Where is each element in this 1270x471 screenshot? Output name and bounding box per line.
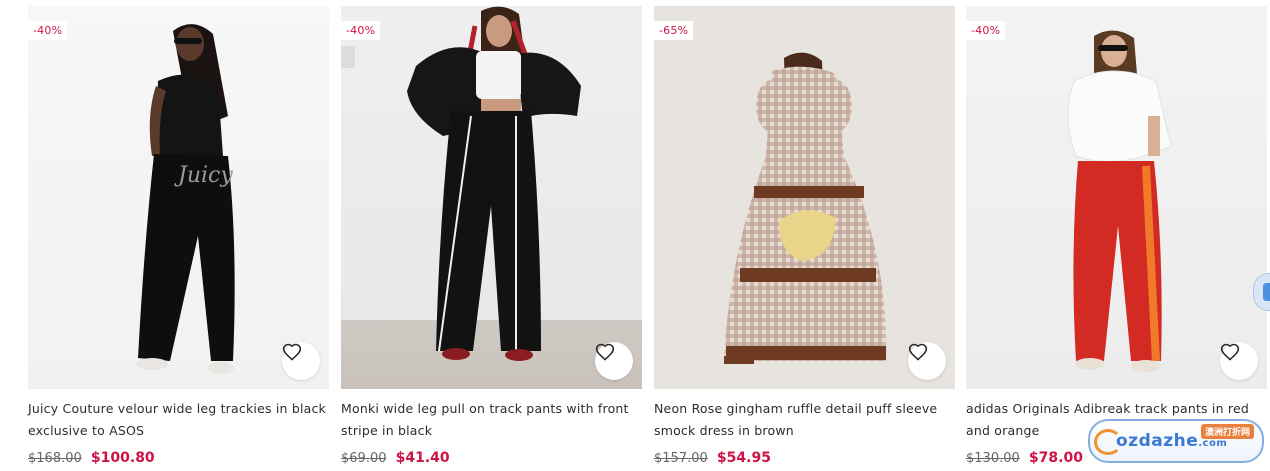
price-row: $168.00 $100.80 xyxy=(28,450,155,466)
product-image[interactable]: -40% xyxy=(341,6,642,389)
heart-icon xyxy=(595,343,615,361)
product-image[interactable]: Juicy -40% xyxy=(28,6,329,389)
heart-icon xyxy=(908,343,928,361)
price-row: $157.00 $54.95 xyxy=(654,450,771,466)
save-favorite-button[interactable] xyxy=(1220,342,1258,380)
original-price: $168.00 xyxy=(28,451,82,466)
product-title[interactable]: Juicy Couture velour wide leg trackies i… xyxy=(28,398,329,442)
original-price: $157.00 xyxy=(654,451,708,466)
site-watermark-logo: ozdazhe.com 澳洲打折网 xyxy=(1088,419,1264,463)
product-card[interactable]: -40% adidas Originals Adibreak track pan… xyxy=(966,6,1267,471)
sale-price: $41.40 xyxy=(395,450,450,466)
logo-ring-icon xyxy=(1094,429,1122,455)
watermark-subtitle: 澳洲打折网 xyxy=(1200,424,1254,439)
product-title[interactable]: Monki wide leg pull on track pants with … xyxy=(341,398,642,442)
heart-icon xyxy=(282,343,302,361)
discount-badge: -40% xyxy=(341,21,381,40)
product-image[interactable]: -65% xyxy=(654,6,955,389)
original-price: $69.00 xyxy=(341,451,387,466)
sale-price: $78.00 xyxy=(1028,450,1083,466)
discount-badge: -40% xyxy=(28,21,68,40)
discount-badge: -40% xyxy=(966,21,1006,40)
save-favorite-button[interactable] xyxy=(282,342,320,380)
price-row: $130.00 $78.00 xyxy=(966,450,1083,466)
product-card[interactable]: -40% Monki wide leg pull on track pants … xyxy=(341,6,642,471)
save-favorite-button[interactable] xyxy=(595,342,633,380)
original-price: $130.00 xyxy=(966,451,1020,466)
product-grid: Juicy -40% Juicy Couture velour wide leg… xyxy=(28,6,1267,471)
product-title[interactable]: Neon Rose gingham ruffle detail puff sle… xyxy=(654,398,955,442)
product-card[interactable]: Juicy -40% Juicy Couture velour wide leg… xyxy=(28,6,329,471)
discount-badge: -65% xyxy=(654,21,694,40)
price-row: $69.00 $41.40 xyxy=(341,450,450,466)
heart-icon xyxy=(1220,343,1240,361)
product-image[interactable]: -40% xyxy=(966,6,1267,389)
sale-price: $54.95 xyxy=(716,450,771,466)
save-favorite-button[interactable] xyxy=(908,342,946,380)
svg-text:Juicy: Juicy xyxy=(174,163,233,188)
sale-price: $100.80 xyxy=(90,450,155,466)
product-card[interactable]: -65% Neon Rose gingham ruffle detail puf… xyxy=(654,6,955,471)
